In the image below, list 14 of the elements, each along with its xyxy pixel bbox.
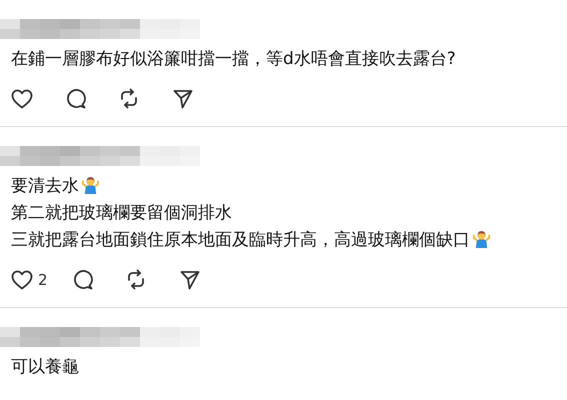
heart-icon[interactable]	[11, 270, 33, 290]
speech-bubble-icon[interactable]	[72, 269, 93, 290]
comment-text: 三就把露台地面鎖住原本地面及臨時升高，高過玻璃欄個缺口	[11, 230, 470, 250]
repost-icon[interactable]	[119, 88, 139, 109]
heart-icon[interactable]	[11, 88, 33, 108]
send-icon[interactable]	[173, 88, 193, 108]
comment-text: 要清去水	[11, 176, 79, 196]
repost-icon[interactable]	[126, 269, 146, 290]
comment-text: 第二就把玻璃欄要留個洞排水	[11, 203, 232, 223]
speech-bubble-icon[interactable]	[65, 88, 86, 109]
comment-text: 在鋪一層膠布好似浴簾咁擋一擋，等d水唔會直接吹去露台?	[11, 49, 456, 69]
comment-text: 可以養龜	[11, 357, 79, 377]
like-count: 2	[38, 270, 48, 288]
send-icon[interactable]	[180, 270, 200, 290]
